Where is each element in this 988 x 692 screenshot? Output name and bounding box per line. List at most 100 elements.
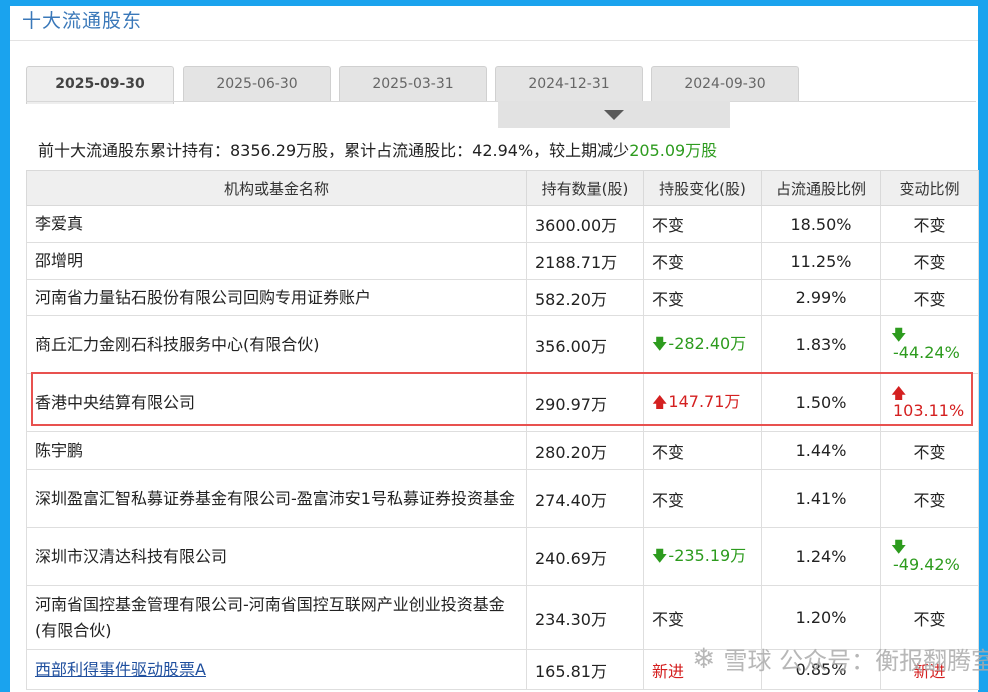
holding-change-cell: 🡇-235.19万	[643, 527, 762, 586]
change-ratio-cell: 不变	[880, 205, 979, 243]
float-share-ratio: 1.41%	[761, 469, 881, 528]
holding-change-value: 不变	[652, 289, 685, 309]
change-ratio-cell: 不变	[880, 469, 979, 528]
holders-summary: 前十大流通股东累计持有：8356.29万股，累计占流通股比：42.94%，较上期…	[38, 137, 717, 161]
caret-down-icon	[604, 110, 624, 120]
table-row: 李爱真 3600.00万 不变 18.50% 不变	[26, 205, 979, 243]
holder-name: 李爱真	[35, 214, 84, 233]
holding-change-value: -235.19万	[668, 546, 747, 565]
holding-quantity: 280.20万	[526, 431, 644, 470]
float-share-ratio: 18.50%	[761, 205, 881, 243]
float-share-ratio: 11.25%	[761, 242, 881, 280]
holder-name: 河南省国控基金管理有限公司-河南省国控互联网产业创业投资基金(有限合伙)	[35, 594, 505, 640]
section-title: 十大流通股东	[22, 10, 143, 32]
holding-quantity: 356.00万	[526, 315, 644, 374]
change-ratio-value: -44.24%	[893, 342, 960, 362]
header-change[interactable]: 持股变化(股)	[643, 170, 762, 206]
holding-quantity: 165.81万	[526, 649, 644, 690]
holding-change-cell: 不变	[643, 205, 762, 243]
holder-name-link[interactable]: 西部利得事件驱动股票A	[35, 660, 206, 679]
table-row: 深圳盈富汇智私募证券基金有限公司-盈富沛安1号私募证券投资基金 274.40万 不变…	[26, 469, 979, 528]
table-row: 邵增明 2188.71万 不变 11.25% 不变	[26, 242, 979, 280]
header-holder-name[interactable]: 机构或基金名称	[26, 170, 527, 206]
holder-name: 邵增明	[35, 251, 84, 270]
table-row: 河南省力量钻石股份有限公司回购专用证券账户 582.20万 不变 2.99% 不变	[26, 279, 979, 316]
holder-name-cell: 李爱真	[26, 205, 527, 243]
change-ratio-cell: 🡇 -44.24%	[880, 315, 979, 374]
holding-change-value: 不变	[652, 216, 685, 235]
period-tabs: 2025-09-30 2025-06-30 2025-03-31 2024-12…	[26, 66, 826, 104]
highlight-box	[31, 372, 973, 426]
holding-change-value: 不变	[652, 490, 685, 510]
tab-2025-06-30[interactable]: 2025-06-30	[183, 66, 331, 102]
change-ratio-value: 不变	[913, 216, 946, 235]
header-float-ratio[interactable]: 占流通股比例	[761, 170, 881, 206]
change-ratio-value: 不变	[913, 289, 946, 309]
snowball-logo-icon: ❄	[692, 641, 716, 675]
holding-quantity: 234.30万	[526, 585, 644, 650]
title-divider	[10, 40, 978, 41]
holding-change-value: 不变	[652, 609, 685, 629]
float-share-ratio: 1.24%	[761, 527, 881, 586]
change-ratio-cell: 不变	[880, 279, 979, 316]
change-ratio-cell: 🡇 -49.42%	[880, 527, 979, 586]
holding-change-cell: 不变	[643, 431, 762, 470]
top-holders-table: 机构或基金名称 持有数量(股) 持股变化(股) 占流通股比例 变动比例 李爱真 3…	[26, 170, 979, 690]
holding-change-cell: 不变	[643, 242, 762, 280]
tab-2025-09-30[interactable]: 2025-09-30	[26, 66, 174, 104]
holding-change-value: 不变	[652, 442, 685, 462]
summary-text: 前十大流通股东累计持有：8356.29万股，累计占流通股比：42.94%，较上期…	[38, 141, 630, 160]
holder-name: 河南省力量钻石股份有限公司回购专用证券账户	[35, 287, 372, 307]
change-ratio-cell: 不变	[880, 431, 979, 470]
holder-name-cell[interactable]: 西部利得事件驱动股票A	[26, 649, 527, 690]
holding-quantity: 3600.00万	[526, 205, 644, 243]
holding-quantity: 582.20万	[526, 279, 644, 316]
holder-name: 商丘汇力金刚石科技服务中心(有限合伙)	[35, 334, 320, 354]
holder-name-cell: 河南省力量钻石股份有限公司回购专用证券账户	[26, 279, 527, 316]
holder-name-cell: 邵增明	[26, 242, 527, 280]
holder-name: 深圳盈富汇智私募证券基金有限公司-盈富沛安1号私募证券投资基金	[35, 488, 515, 508]
tab-2024-09-30[interactable]: 2024-09-30	[651, 66, 799, 102]
holder-name: 深圳市汉清达科技有限公司	[35, 546, 228, 566]
tab-2024-12-31[interactable]: 2024-12-31	[495, 66, 643, 102]
arrow-down-icon: 🡇	[891, 537, 907, 556]
holding-change-cell: 不变	[643, 469, 762, 528]
header-change-ratio[interactable]: 变动比例	[880, 170, 979, 206]
holding-change-cell: 🡇-282.40万	[643, 315, 762, 374]
float-share-ratio: 1.83%	[761, 315, 881, 374]
holder-name-cell: 深圳盈富汇智私募证券基金有限公司-盈富沛安1号私募证券投资基金	[26, 469, 527, 528]
arrow-down-icon: 🡇	[652, 335, 668, 353]
holding-quantity: 274.40万	[526, 469, 644, 528]
holder-name: 陈宇鹏	[35, 440, 84, 460]
table-row: 商丘汇力金刚石科技服务中心(有限合伙) 356.00万 🡇-282.40万 1.83%…	[26, 315, 979, 374]
change-ratio-value: 不变	[913, 253, 946, 272]
float-share-ratio: 1.44%	[761, 431, 881, 470]
arrow-down-icon: 🡇	[652, 547, 668, 565]
float-share-ratio: 2.99%	[761, 279, 881, 316]
holding-change-value: 新进	[652, 661, 685, 681]
change-ratio-value: -49.42%	[893, 554, 960, 574]
table-row: 陈宇鹏 280.20万 不变 1.44% 不变	[26, 431, 979, 470]
holding-change-value: 不变	[652, 253, 685, 272]
header-quantity[interactable]: 持有数量(股)	[526, 170, 644, 206]
change-ratio-value: 不变	[913, 609, 946, 629]
watermark-text: 雪球 公众号：衡报翻腾室	[723, 646, 988, 675]
holding-change-value: -282.40万	[668, 334, 747, 353]
summary-reduced-amount: 205.09万股	[629, 141, 718, 160]
holder-name-cell: 陈宇鹏	[26, 431, 527, 470]
arrow-down-icon: 🡇	[891, 325, 907, 344]
watermark: ❄ 雪球 公众号：衡报翻腾室	[692, 630, 988, 686]
change-ratio-cell: 不变	[880, 242, 979, 280]
more-periods-toggle[interactable]	[498, 101, 730, 128]
holder-name-cell: 河南省国控基金管理有限公司-河南省国控互联网产业创业投资基金(有限合伙)	[26, 585, 527, 650]
holder-name-cell: 深圳市汉清达科技有限公司	[26, 527, 527, 586]
holding-quantity: 240.69万	[526, 527, 644, 586]
table-header-row: 机构或基金名称 持有数量(股) 持股变化(股) 占流通股比例 变动比例	[26, 170, 979, 206]
holder-name-cell: 商丘汇力金刚石科技服务中心(有限合伙)	[26, 315, 527, 374]
table-row: 深圳市汉清达科技有限公司 240.69万 🡇-235.19万 1.24% 🡇 -49.42…	[26, 527, 979, 586]
change-ratio-value: 不变	[913, 442, 946, 462]
holding-quantity: 2188.71万	[526, 242, 644, 280]
holding-change-cell: 不变	[643, 279, 762, 316]
tab-2025-03-31[interactable]: 2025-03-31	[339, 66, 487, 102]
change-ratio-value: 不变	[913, 490, 946, 510]
